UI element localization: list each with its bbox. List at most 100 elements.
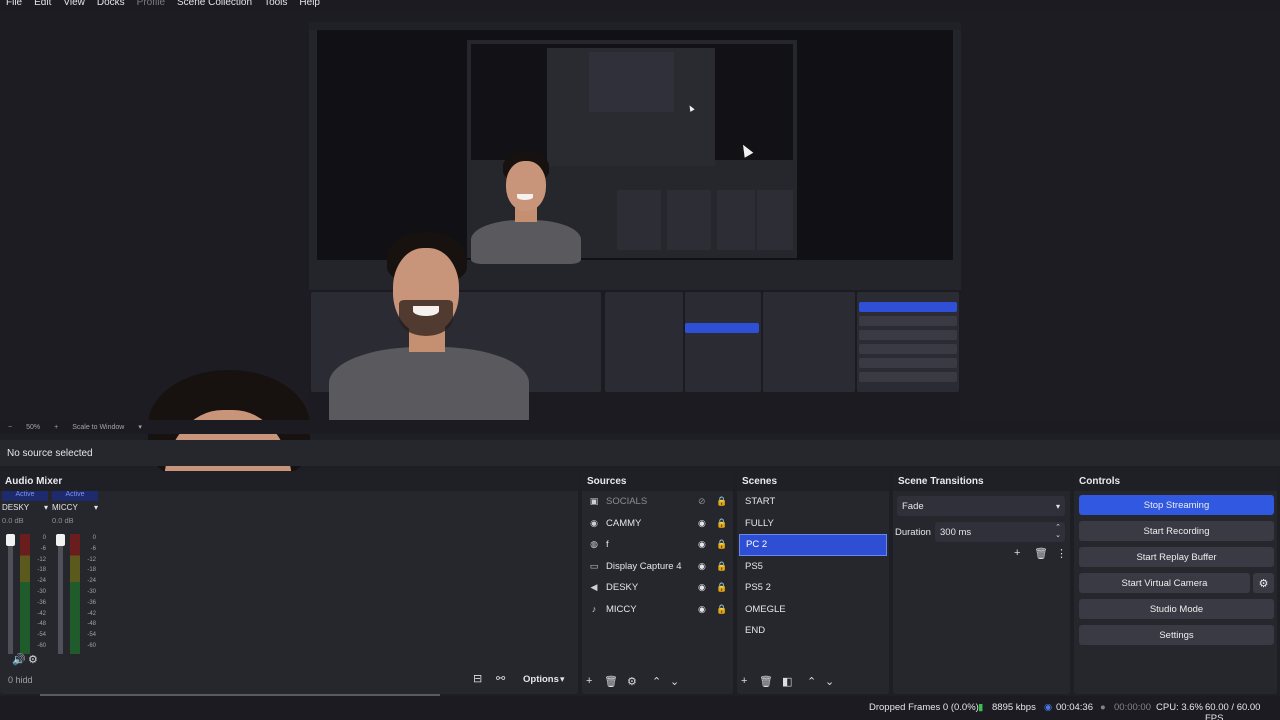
gear-icon[interactable]: ⚙ [28, 653, 38, 666]
source-label: Display Capture 4 [606, 560, 682, 572]
meter-scale: 0 -6 -12 -18 -24 -30 -36 -42 -48 -54 -60 [37, 535, 46, 649]
source-label: SOCIALS [606, 496, 648, 508]
lock-icon[interactable]: 🔒 [716, 518, 727, 529]
volume-fader-handle[interactable] [6, 534, 15, 546]
menu-tools[interactable]: Tools [264, 0, 287, 8]
scene-item-ps5-2[interactable]: PS5 2 [739, 577, 887, 599]
properties-icon[interactable]: ⚯ [496, 672, 505, 685]
arrow-up-icon[interactable]: ⌃ [807, 675, 816, 688]
scene-item-fully[interactable]: FULLY [739, 513, 887, 535]
chevron-down-icon[interactable]: ▾ [560, 674, 565, 685]
eye-icon[interactable]: ◉ [698, 539, 706, 550]
source-item-display-capture-4[interactable]: ▭ Display Capture 4 ◉ 🔒 [582, 556, 733, 578]
menu-help[interactable]: Help [299, 0, 320, 8]
trash-icon[interactable]: 🗑 [1034, 547, 1048, 560]
filter-icon[interactable]: ⊟ [473, 672, 482, 685]
stepper-icon[interactable]: ⌃ ⌄ [1055, 524, 1061, 540]
eye-icon[interactable]: ◉ [698, 582, 706, 593]
eye-icon[interactable]: ◉ [698, 518, 706, 529]
audio-mixer-dock: Audio Mixer Active DESKY ▾ 0.0 dB Active… [0, 471, 578, 694]
start-recording-button[interactable]: Start Recording [1079, 521, 1274, 541]
lock-icon[interactable]: 🔒 [716, 582, 727, 593]
hidden-count-label: 0 hidd [8, 675, 33, 685]
scene-item-pc-2[interactable]: PC 2 [739, 534, 887, 556]
scene-item-ps5[interactable]: PS5 [739, 556, 887, 578]
zoom-in-button[interactable]: + [54, 424, 58, 431]
menu-file[interactable]: File [6, 0, 22, 8]
eye-icon[interactable]: ◉ [698, 604, 706, 615]
transition-select[interactable]: Fade ▾ [897, 496, 1065, 516]
signal-icon: ▮ [978, 702, 984, 713]
scale-mode[interactable]: Scale to Window [72, 424, 124, 431]
channel-name: MICCY [52, 503, 78, 512]
status-bar: Dropped Frames 0 (0.0%) ▮ 8895 kbps ◉ 00… [0, 696, 1280, 720]
source-item-desky[interactable]: ◀ DESKY ◉ 🔒 [582, 577, 733, 599]
speaker-icon: ◀ [590, 582, 598, 593]
add-icon[interactable]: + [741, 675, 747, 687]
add-icon[interactable]: + [586, 675, 592, 687]
channel-name: DESKY [2, 503, 30, 512]
lock-icon[interactable]: 🔒 [716, 539, 727, 550]
options-button[interactable]: Options [523, 674, 559, 685]
chevron-down-icon[interactable]: ▾ [138, 423, 142, 431]
channel-volume: 0.0 dB [2, 516, 24, 525]
duration-field[interactable]: 300 ms ⌃ ⌄ [935, 522, 1065, 542]
menu-docks[interactable]: Docks [97, 0, 125, 8]
menu-profile: Profile [136, 0, 166, 8]
zoom-level[interactable]: 50% [26, 424, 40, 431]
more-icon[interactable]: ⋮ [1056, 547, 1067, 560]
scene-item-omegle[interactable]: OMEGLE [739, 599, 887, 621]
source-label: MICCY [606, 603, 637, 615]
lock-icon[interactable]: 🔒 [716, 604, 727, 615]
studio-mode-button[interactable]: Studio Mode [1079, 599, 1274, 619]
gear-icon: ⚙ [1258, 577, 1269, 590]
volume-fader[interactable] [8, 534, 13, 654]
browser-icon: ◍ [590, 539, 598, 550]
lock-icon[interactable]: 🔒 [716, 561, 727, 572]
source-label: DESKY [606, 582, 639, 594]
speaker-icon[interactable]: 🔊 [12, 653, 26, 666]
eye-icon[interactable]: ◉ [698, 561, 706, 572]
source-item-cammy[interactable]: ◉ CAMMY ◉ 🔒 [582, 513, 733, 535]
source-item-miccy[interactable]: ♪ MICCY ◉ 🔒 [582, 599, 733, 621]
level-meter [20, 534, 30, 654]
monitor-icon: ▭ [589, 560, 599, 571]
fps: 60.00 / 60.00 FPS [1205, 702, 1261, 720]
source-item-socials[interactable]: ▣ SOCIALS ⊘ 🔒 [582, 491, 733, 513]
menu-edit[interactable]: Edit [34, 0, 51, 8]
settings-button[interactable]: Settings [1079, 625, 1274, 645]
add-icon[interactable]: + [1014, 547, 1020, 559]
channel-state: Active [52, 491, 98, 501]
stop-streaming-button[interactable]: Stop Streaming [1079, 495, 1274, 515]
trash-icon[interactable]: 🗑 [604, 675, 618, 688]
eye-hidden-icon[interactable]: ⊘ [698, 496, 706, 507]
start-virtual-camera-button[interactable]: Start Virtual Camera [1079, 573, 1250, 593]
arrow-down-icon[interactable]: ⌄ [825, 675, 834, 688]
gear-icon[interactable]: ⚙ [627, 675, 637, 688]
start-replay-buffer-button[interactable]: Start Replay Buffer [1079, 547, 1274, 567]
filter-icon[interactable]: ◧ [782, 675, 792, 688]
volume-fader[interactable] [58, 534, 63, 654]
chevron-down-icon[interactable]: ▾ [44, 503, 48, 512]
arrow-down-icon[interactable]: ⌄ [670, 675, 679, 688]
source-item-f[interactable]: ◍ f ◉ 🔒 [582, 534, 733, 556]
menu-view[interactable]: View [63, 0, 85, 8]
scene-transitions-title: Scene Transitions [893, 471, 1070, 491]
menu-scene-collection[interactable]: Scene Collection [177, 0, 252, 8]
volume-fader-handle[interactable] [56, 534, 65, 546]
scene-item-start[interactable]: START [739, 491, 887, 513]
scene-item-end[interactable]: END [739, 620, 887, 642]
virtual-camera-settings-button[interactable]: ⚙ [1253, 573, 1274, 593]
chevron-down-icon[interactable]: ▾ [94, 503, 98, 512]
record-time: 00:00:00 [1114, 702, 1151, 713]
zoom-out-button[interactable]: − [8, 424, 12, 431]
arrow-up-icon[interactable]: ⌃ [652, 675, 661, 688]
scene-transitions-dock: Scene Transitions Fade ▾ Duration 300 ms… [893, 471, 1070, 694]
no-source-label: No source selected [7, 447, 93, 459]
preview-area[interactable] [0, 10, 1280, 720]
cpu-usage: CPU: 3.6% [1156, 702, 1203, 713]
lock-icon[interactable]: 🔒 [716, 496, 727, 507]
preview-canvas[interactable] [309, 22, 961, 422]
microphone-icon: ♪ [591, 604, 597, 615]
trash-icon[interactable]: 🗑 [759, 675, 773, 688]
